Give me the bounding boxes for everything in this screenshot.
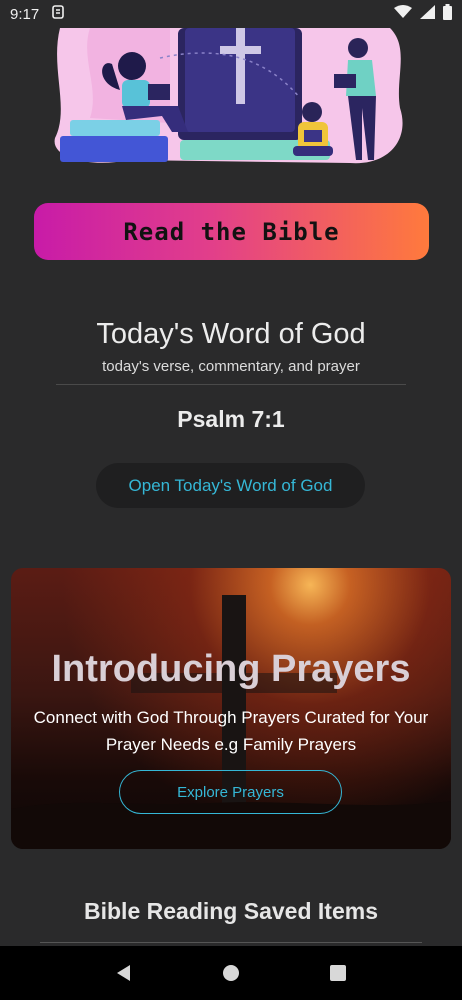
prayer-card-description: Connect with God Through Prayers Curated… [33, 708, 429, 754]
wifi-icon [394, 5, 412, 23]
open-word-of-god-label: Open Today's Word of God [128, 475, 333, 495]
verse-reference: Psalm 7:1 [177, 406, 285, 432]
battery-icon [443, 4, 452, 24]
signal-icon [420, 5, 435, 23]
navigation-bar [0, 946, 462, 1000]
saved-items-title: Bible Reading Saved Items [84, 898, 378, 924]
notification-icon [51, 5, 65, 23]
read-bible-label: Read the Bible [123, 217, 340, 246]
read-bible-button[interactable]: Read the Bible [34, 203, 429, 260]
back-icon[interactable] [115, 964, 133, 982]
word-of-god-subtitle: today's verse, commentary, and prayer [102, 358, 360, 375]
status-time: 9:17 [10, 5, 40, 23]
status-icons [394, 4, 452, 24]
status-bar: 9:17 [0, 0, 462, 28]
prayer-card-title: Introducing Prayers [51, 648, 411, 690]
home-icon[interactable] [222, 964, 240, 982]
hero-illustration [50, 28, 410, 168]
open-word-of-god-button[interactable]: Open Today's Word of God [96, 463, 365, 508]
explore-prayers-label: Explore Prayers [177, 783, 284, 801]
word-of-god-title: Today's Word of God [96, 318, 366, 350]
explore-prayers-button[interactable]: Explore Prayers [119, 770, 342, 814]
divider [40, 942, 422, 943]
divider [56, 384, 406, 385]
recents-icon[interactable] [329, 964, 347, 982]
prayer-card: Introducing Prayers Connect with God Thr… [11, 568, 451, 849]
